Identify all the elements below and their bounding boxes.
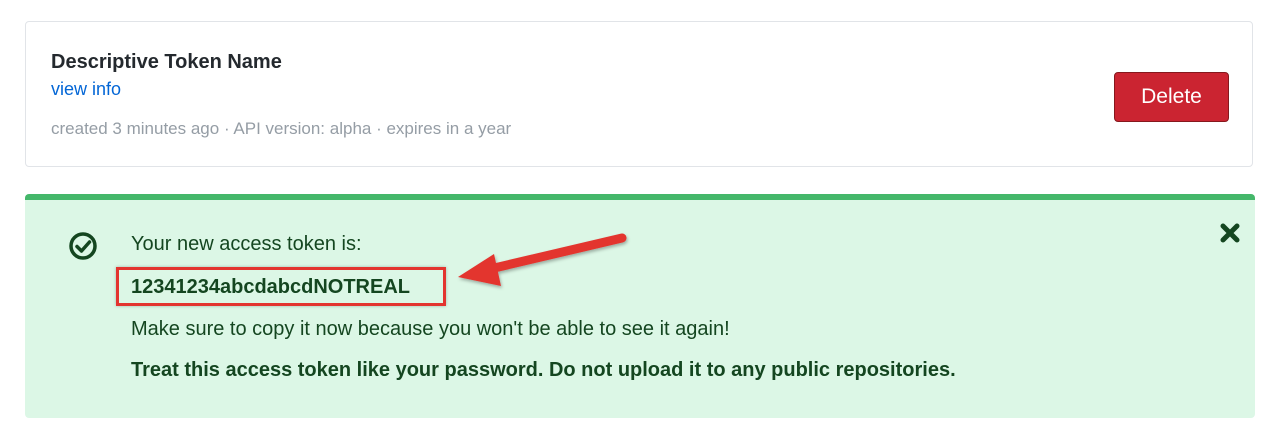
check-circle-icon: [68, 231, 98, 261]
delete-button[interactable]: Delete: [1114, 72, 1229, 122]
token-meta: created 3 minutes ago · API version: alp…: [51, 119, 512, 138]
view-info-link[interactable]: view info: [51, 79, 121, 100]
success-flash: Your new access token is: 12341234abcdab…: [25, 194, 1255, 418]
token-card: Descriptive Token Name view info created…: [25, 21, 1253, 167]
security-warning: Treat this access token like your passwo…: [131, 359, 956, 381]
token-highlight-box: [116, 267, 446, 306]
token-intro: Your new access token is:: [131, 233, 362, 255]
copy-note: Make sure to copy it now because you won…: [131, 318, 730, 340]
token-name: Descriptive Token Name: [51, 51, 282, 73]
close-icon[interactable]: [1217, 220, 1243, 246]
